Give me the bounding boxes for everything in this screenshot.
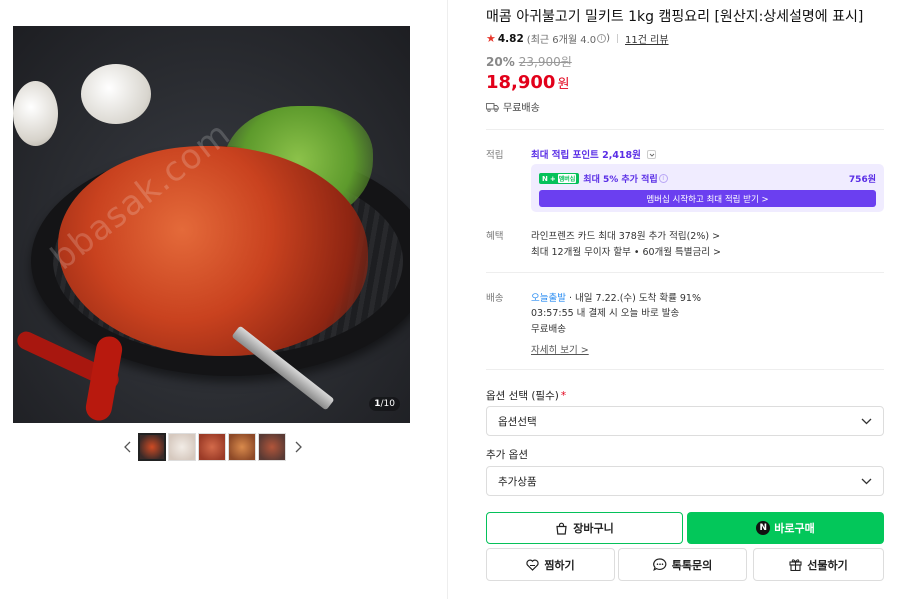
required-option-value: 옵션선택 [498, 415, 537, 428]
delivery-line-3: 무료배송 [531, 324, 566, 335]
today-shipping: 오늘출발 [531, 293, 566, 304]
star-icon: ★ [486, 32, 496, 45]
talk-inquiry-button[interactable]: 톡톡문의 [618, 548, 747, 581]
membership-points-amount: 756원 [848, 175, 876, 185]
delivery-line-1: 오늘출발 · 내일 7.22.(수) 도착 확률 91% [531, 290, 701, 304]
chevron-down-icon [861, 418, 872, 424]
membership-badge: N + 멤버십 [539, 173, 580, 184]
delivery-details-link[interactable]: 자세히 보기 > [531, 342, 589, 356]
info-icon[interactable]: i [597, 34, 607, 43]
chevron-down-icon [861, 478, 872, 484]
chevron-right-icon [295, 441, 302, 453]
delivery-line-2: 03:57:55 내 결제 시 오늘 바로 발송 [531, 308, 680, 319]
thumbnail-next-button[interactable] [288, 433, 308, 461]
thumbnail-1[interactable] [138, 433, 166, 461]
garlic-decor [13, 81, 58, 146]
recent-rating-close: ) [606, 33, 611, 44]
main-product-image[interactable]: bbasak.com 1/10 [13, 26, 410, 423]
thumbnail-2[interactable] [168, 433, 196, 461]
image-counter: 1/10 [369, 397, 400, 411]
card-benefit-link[interactable]: 라인프렌즈 카드 최대 378원 추가 적립(2%) > [531, 228, 720, 242]
thumbnail-3[interactable] [198, 433, 226, 461]
membership-start-button[interactable]: 멤버십 시작하고 최대 적립 받기 > [539, 190, 876, 207]
bag-icon [556, 522, 567, 535]
gift-button[interactable]: 선물하기 [753, 548, 884, 581]
additional-option-value: 추가상품 [498, 475, 537, 488]
product-title: 매콤 아귀불고기 밀키트 1kg 캠핑요리 [원산지:상세설명에 표시] [486, 9, 864, 25]
membership-row: N + 멤버십 최대 5% 추가 적립 i 756원 [539, 172, 876, 185]
installment-benefit-link[interactable]: 최대 12개월 무이자 할부 • 60개월 특별금리 > [531, 244, 721, 258]
delivery-label: 배송 [486, 293, 504, 304]
gift-icon [789, 559, 802, 571]
divider [617, 34, 619, 43]
discount-row: 20% 23,900원 [486, 53, 572, 70]
garlic-decor [81, 64, 151, 124]
chevron-down-icon[interactable] [646, 150, 656, 159]
divider [486, 272, 884, 273]
currency: 원 [557, 77, 570, 92]
rating-row: ★ 4.82 (최근 6개월 4.0 i ) 11건 리뷰 [486, 31, 669, 46]
membership-extra-points: 최대 5% 추가 적립 [583, 175, 658, 185]
thumbnail-prev-button[interactable] [118, 433, 138, 461]
benefits-label: 혜택 [486, 231, 504, 242]
sale-price: 18,900 [486, 72, 556, 93]
required-option-label: 옵션 선택 (필수) * [486, 390, 567, 402]
shipping-row: 무료배송 [486, 99, 540, 114]
divider [486, 129, 884, 130]
divider [486, 369, 884, 370]
additional-option-label: 추가 옵션 [486, 449, 528, 461]
discount-rate: 20% [486, 54, 515, 69]
thumbnail-4[interactable] [228, 433, 256, 461]
max-points-link[interactable]: 최대 적립 포인트 2,418원 [531, 150, 641, 161]
rating-score: 4.82 [497, 32, 524, 45]
review-count-link[interactable]: 11건 리뷰 [625, 31, 669, 46]
chevron-left-icon [124, 441, 131, 453]
add-to-cart-button[interactable]: 장바구니 [486, 512, 683, 544]
membership-box: N + 멤버십 최대 5% 추가 적립 i 756원 멤버십 시작하고 최대 적립 … [531, 164, 884, 212]
column-divider [447, 0, 448, 599]
shipping-text: 무료배송 [503, 103, 540, 114]
buy-now-button[interactable]: N 바로구매 [687, 512, 884, 544]
thumbnail-5[interactable] [258, 433, 286, 461]
price-row: 18,900 원 [486, 72, 569, 93]
naver-n-icon: N [756, 521, 771, 535]
truck-icon [486, 102, 499, 112]
max-points-row[interactable]: 최대 적립 포인트 2,418원 [531, 147, 656, 161]
info-icon[interactable]: i [658, 174, 668, 183]
heart-icon [526, 559, 539, 571]
thumbnail-strip [118, 433, 308, 461]
points-label: 적립 [486, 150, 504, 161]
wishlist-button[interactable]: 찜하기 [486, 548, 615, 581]
arrival-estimate: · 내일 7.22.(수) 도착 확률 91% [569, 293, 701, 304]
additional-option-select[interactable]: 추가상품 [486, 466, 884, 496]
chat-icon [652, 558, 667, 571]
original-price: 23,900원 [518, 55, 572, 69]
required-option-select[interactable]: 옵션선택 [486, 406, 884, 436]
recent-rating: (최근 6개월 4.0 [526, 35, 597, 46]
